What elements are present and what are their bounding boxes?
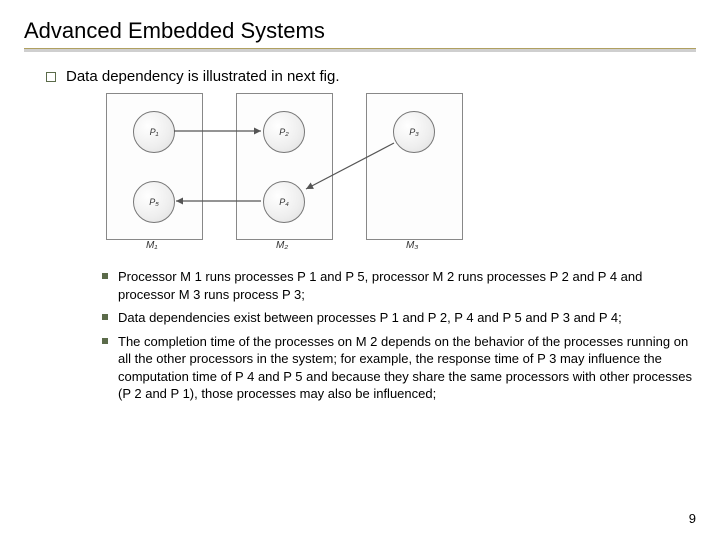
process-node-p3: P₃ [393, 111, 435, 153]
page-number: 9 [689, 511, 696, 526]
list-item: The completion time of the processes on … [102, 333, 696, 403]
processor-label-m3: M₃ [406, 240, 418, 251]
process-label: P₃ [409, 127, 419, 137]
square-bullet-icon [46, 72, 56, 82]
square-bullet-solid-icon [102, 273, 108, 279]
bullet-list: Processor M 1 runs processes P 1 and P 5… [102, 268, 696, 403]
process-label: P₅ [149, 197, 159, 207]
processor-label-m1: M₁ [146, 240, 157, 251]
title-underline [24, 48, 696, 52]
bullet-text: Processor M 1 runs processes P 1 and P 5… [118, 268, 696, 303]
list-item: Data dependencies exist between processe… [102, 309, 696, 327]
bullet-text: The completion time of the processes on … [118, 333, 696, 403]
list-item: Processor M 1 runs processes P 1 and P 5… [102, 268, 696, 303]
intro-text: Data dependency is illustrated in next f… [66, 68, 340, 85]
square-bullet-solid-icon [102, 338, 108, 344]
process-node-p4: P₄ [263, 181, 305, 223]
process-node-p5: P₅ [133, 181, 175, 223]
process-label: P₁ [150, 127, 159, 137]
process-label: P₂ [279, 127, 288, 137]
process-node-p2: P₂ [263, 111, 305, 153]
process-label: P₄ [279, 197, 289, 207]
content-area: Data dependency is illustrated in next f… [46, 68, 696, 403]
dependency-figure: P₁ P₅ M₁ P₂ P₄ M₂ P₃ M₃ [106, 93, 526, 258]
processor-label-m2: M₂ [276, 240, 288, 251]
slide: Advanced Embedded Systems Data dependenc… [0, 0, 720, 540]
square-bullet-solid-icon [102, 314, 108, 320]
process-node-p1: P₁ [133, 111, 175, 153]
bullet-text: Data dependencies exist between processe… [118, 309, 622, 327]
intro-row: Data dependency is illustrated in next f… [46, 68, 696, 85]
page-title: Advanced Embedded Systems [24, 18, 696, 44]
